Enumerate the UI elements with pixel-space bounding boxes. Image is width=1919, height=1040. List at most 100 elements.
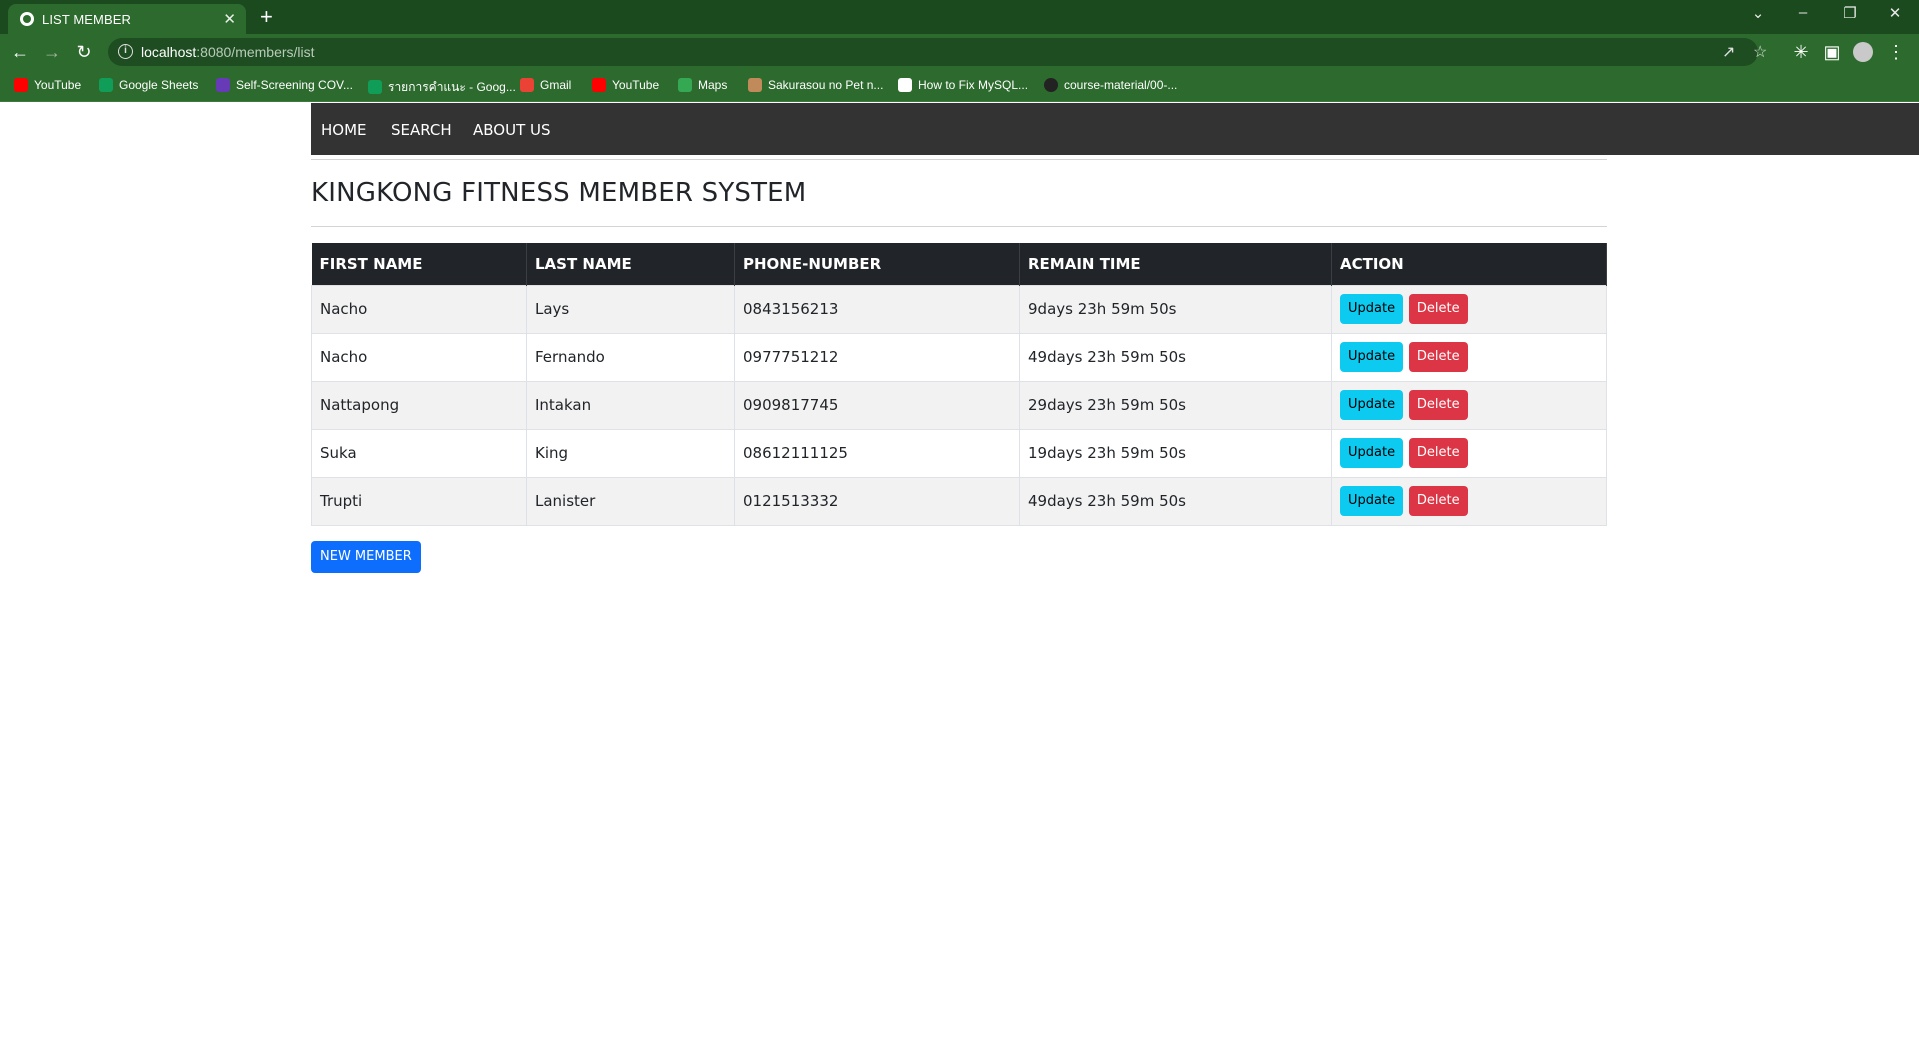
sheets-icon [368,80,382,94]
col-remain-time: REMAIN TIME [1019,243,1332,285]
gmail-icon [520,78,534,92]
page-title: KINGKONG FITNESS MEMBER SYSTEM [311,178,807,208]
bookmark-item[interactable]: Gmail [520,78,571,94]
cell-first-name: Trupti [311,476,527,526]
update-button[interactable]: Update [1340,390,1404,420]
browser-tab[interactable]: LIST MEMBER ✕ [8,4,246,34]
url-text[interactable]: localhost:8080/members/list [141,44,315,60]
col-action: ACTION [1331,243,1607,285]
extensions-icon[interactable]: ✳ [1790,42,1812,62]
top-navbar: HOME SEARCH ABOUT US [311,103,1919,155]
share-icon[interactable]: ↗ [1722,42,1735,62]
page-icon [898,78,912,92]
page-content: HOME SEARCH ABOUT US KINGKONG FITNESS ME… [0,103,1919,1040]
update-button[interactable]: Update [1340,294,1404,324]
bookmarks-bar: YouTube Google Sheets Self-Screening COV… [0,70,1919,102]
cell-first-name: Nattapong [311,380,527,429]
cell-last-name: Intakan [526,380,735,429]
minimize-button[interactable]: – [1788,4,1818,21]
sheets-icon [99,78,113,92]
tab-title: LIST MEMBER [42,12,131,27]
bookmark-item[interactable]: Sakurasou no Pet n... [748,78,883,94]
bookmark-star-icon[interactable]: ☆ [1753,42,1767,62]
browser-tab-strip: LIST MEMBER ✕ + ⌄ – ❐ ✕ [0,0,1919,34]
cell-last-name: Lanister [526,476,735,526]
cell-first-name: Suka [311,428,527,477]
delete-button[interactable]: Delete [1408,390,1468,420]
site-icon [748,78,762,92]
profile-avatar[interactable] [1853,42,1873,62]
github-icon [1044,78,1058,92]
bookmark-item[interactable]: How to Fix MySQL... [898,78,1028,94]
address-bar[interactable]: i localhost:8080/members/list ↗ ☆ [108,38,1767,66]
address-bar-row: ← → ↻ i localhost:8080/members/list ↗ ☆ … [0,34,1919,70]
cell-remain-time: 19days 23h 59m 50s [1019,428,1332,477]
cell-remain-time: 49days 23h 59m 50s [1019,332,1332,381]
cell-phone: 0977751212 [734,332,1020,381]
cell-action: Update Delete [1331,284,1607,333]
update-button[interactable]: Update [1340,486,1404,516]
delete-button[interactable]: Delete [1408,486,1468,516]
cell-remain-time: 49days 23h 59m 50s [1019,476,1332,526]
cell-last-name: King [526,428,735,477]
bookmark-item[interactable]: Self-Screening COV... [216,78,353,94]
table-row: Trupti Lanister 0121513332 49days 23h 59… [311,476,1607,526]
cell-phone: 0909817745 [734,380,1020,429]
cell-first-name: Nacho [311,284,527,333]
tab-close-icon[interactable]: ✕ [223,10,236,28]
table-row: Nattapong Intakan 0909817745 29days 23h … [311,380,1607,429]
nav-search-link[interactable]: SEARCH [391,121,452,139]
delete-button[interactable]: Delete [1408,294,1468,324]
bookmark-item[interactable]: YouTube [592,78,659,94]
bookmark-item[interactable]: Maps [678,78,727,94]
bookmark-item[interactable]: course-material/00-... [1044,78,1177,94]
cell-remain-time: 29days 23h 59m 50s [1019,380,1332,429]
close-window-button[interactable]: ✕ [1880,4,1910,22]
bookmark-item[interactable]: Google Sheets [99,78,198,94]
cell-last-name: Fernando [526,332,735,381]
table-header-row: FIRST NAME LAST NAME PHONE-NUMBER REMAIN… [311,243,1607,285]
col-first-name: FIRST NAME [311,243,527,285]
globe-icon [20,12,34,26]
cell-phone: 08612111125 [734,428,1020,477]
cell-action: Update Delete [1331,476,1607,526]
cell-phone: 0843156213 [734,284,1020,333]
delete-button[interactable]: Delete [1408,438,1468,468]
bookmark-item[interactable]: รายการคำแนะ - Goog... [368,78,516,94]
nav-home-link[interactable]: HOME [321,121,367,139]
restore-button[interactable]: ❐ [1835,4,1865,22]
bookmark-item[interactable]: YouTube [14,78,81,94]
menu-icon[interactable]: ⋮ [1885,42,1907,62]
maps-icon [678,78,692,92]
delete-button[interactable]: Delete [1408,342,1468,372]
cell-last-name: Lays [526,284,735,333]
divider-top [311,159,1607,160]
youtube-icon [592,78,606,92]
cell-action: Update Delete [1331,332,1607,381]
update-button[interactable]: Update [1340,342,1404,372]
table-row: Suka King 08612111125 19days 23h 59m 50s… [311,428,1607,477]
table-row: Nacho Fernando 0977751212 49days 23h 59m… [311,332,1607,381]
new-member-button[interactable]: NEW MEMBER [311,541,421,573]
members-table: FIRST NAME LAST NAME PHONE-NUMBER REMAIN… [311,243,1607,526]
update-button[interactable]: Update [1340,438,1404,468]
new-tab-button[interactable]: + [260,4,273,30]
cell-action: Update Delete [1331,428,1607,477]
divider-bottom [311,226,1607,227]
table-row: Nacho Lays 0843156213 9days 23h 59m 50s … [311,284,1607,333]
site-info-icon[interactable]: i [118,44,133,59]
cell-action: Update Delete [1331,380,1607,429]
col-last-name: LAST NAME [526,243,735,285]
cell-first-name: Nacho [311,332,527,381]
back-icon[interactable]: ← [9,42,31,62]
cell-phone: 0121513332 [734,476,1020,526]
cell-remain-time: 9days 23h 59m 50s [1019,284,1332,333]
reload-icon[interactable]: ↻ [73,42,95,62]
forms-icon [216,78,230,92]
youtube-icon [14,78,28,92]
tab-search-icon[interactable]: ⌄ [1743,4,1773,22]
nav-about-link[interactable]: ABOUT US [473,121,551,139]
col-phone-number: PHONE-NUMBER [734,243,1020,285]
side-panel-icon[interactable]: ▣ [1821,42,1843,62]
forward-icon[interactable]: → [41,42,63,62]
